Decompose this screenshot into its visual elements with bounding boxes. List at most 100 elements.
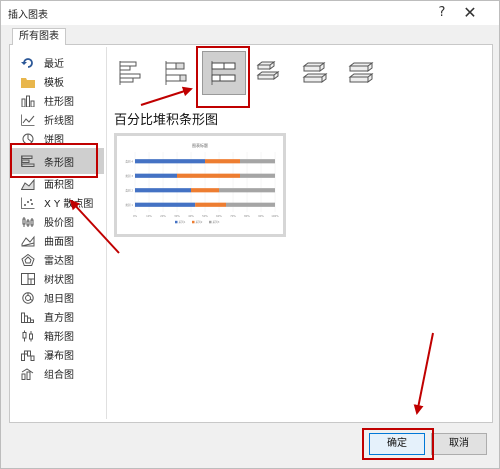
subtype-3d-percent-stacked-bar[interactable] bbox=[340, 51, 384, 95]
sidebar-item-label: 雷达图 bbox=[44, 256, 74, 267]
sidebar-item-label: X Y 散点图 bbox=[44, 199, 94, 210]
sidebar-item-label: 折线图 bbox=[44, 116, 74, 127]
pie-chart-icon bbox=[20, 132, 36, 146]
subtype-percent-stacked-bar[interactable] bbox=[202, 51, 246, 95]
sidebar-item-label: 树状图 bbox=[44, 275, 74, 286]
3d-percent-stacked-bar-icon bbox=[348, 62, 374, 83]
subtype-3d-clustered-bar[interactable] bbox=[248, 51, 292, 95]
panel-divider bbox=[106, 47, 107, 419]
recent-icon bbox=[20, 56, 36, 70]
preview-bar-segment bbox=[219, 188, 275, 193]
sidebar-item-scatter[interactable]: X Y 散点图 bbox=[12, 193, 104, 212]
ok-button[interactable]: 确定 bbox=[369, 433, 425, 455]
sidebar-item-radar[interactable]: 雷达图 bbox=[12, 250, 104, 269]
preview-bar-segment bbox=[135, 188, 191, 193]
close-button[interactable]: ✕ bbox=[459, 2, 481, 24]
preview-category-label: 类别 1 bbox=[125, 203, 133, 207]
preview-category-label: 类别 3 bbox=[125, 174, 133, 178]
sunburst-chart-icon bbox=[20, 291, 36, 305]
sidebar-item-pie[interactable]: 饼图 bbox=[12, 129, 104, 148]
sidebar-item-column[interactable]: 柱形图 bbox=[12, 91, 104, 110]
sidebar-item-label: 瀑布图 bbox=[44, 351, 74, 362]
3d-stacked-bar-icon bbox=[302, 62, 328, 83]
preview-bar-segment bbox=[135, 173, 177, 178]
sidebar-item-label: 曲面图 bbox=[44, 237, 74, 248]
stacked-bar-icon bbox=[165, 61, 187, 85]
subtype-clustered-bar[interactable] bbox=[110, 51, 154, 95]
3d-clustered-bar-icon bbox=[256, 61, 280, 80]
preview-x-tick: 70% bbox=[230, 214, 236, 218]
preview-bar-segment bbox=[195, 202, 226, 207]
preview-bar-segment bbox=[177, 173, 240, 178]
chart-panel: 最近 模板 柱形图 折线图 饼图 条形图 面积图 X Y 散点图 股价图 曲面图… bbox=[9, 45, 493, 423]
dialog-title: 插入图表 bbox=[8, 10, 48, 21]
insert-chart-dialog: 插入图表 ? ✕ 所有图表 最近 模板 柱形图 折线图 饼图 条形图 面积图 X… bbox=[0, 0, 500, 469]
preview-x-tick: 20% bbox=[160, 214, 166, 218]
sidebar-item-templates[interactable]: 模板 bbox=[12, 72, 104, 91]
radar-chart-icon bbox=[20, 253, 36, 267]
cancel-button[interactable]: 取消 bbox=[431, 433, 487, 455]
help-button[interactable]: ? bbox=[431, 2, 453, 24]
sidebar-item-waterfall[interactable]: 瀑布图 bbox=[12, 345, 104, 364]
sidebar-item-bar[interactable]: 条形图 bbox=[12, 148, 104, 174]
preview-bar-segment bbox=[240, 173, 275, 178]
surface-chart-icon bbox=[20, 234, 36, 248]
preview-legend-label: 系列2 bbox=[196, 220, 203, 224]
sidebar-item-label: 条形图 bbox=[44, 157, 74, 169]
preview-x-tick: 50% bbox=[202, 214, 208, 218]
preview-x-tick: 100% bbox=[271, 214, 279, 218]
sidebar-item-label: 股价图 bbox=[44, 218, 74, 229]
line-chart-icon bbox=[20, 113, 36, 127]
sidebar-item-label: 面积图 bbox=[44, 180, 74, 191]
preview-category-label: 类别 4 bbox=[125, 159, 133, 163]
preview-x-tick: 10% bbox=[146, 214, 152, 218]
treemap-chart-icon bbox=[20, 272, 36, 286]
preview-legend-swatch bbox=[175, 220, 178, 224]
column-chart-icon bbox=[20, 94, 36, 108]
tab-strip: 所有图表 bbox=[9, 25, 493, 46]
sidebar-item-line[interactable]: 折线图 bbox=[12, 110, 104, 129]
folder-icon bbox=[20, 75, 36, 89]
preview-x-tick: 60% bbox=[216, 214, 222, 218]
sidebar-item-label: 组合图 bbox=[44, 370, 74, 381]
preview-x-tick: 40% bbox=[188, 214, 194, 218]
preview-bar-segment bbox=[205, 159, 240, 164]
sidebar-item-box-whisker[interactable]: 箱形图 bbox=[12, 326, 104, 345]
sidebar-item-area[interactable]: 面积图 bbox=[12, 174, 104, 193]
sidebar-item-label: 旭日图 bbox=[44, 294, 74, 305]
sidebar-item-treemap[interactable]: 树状图 bbox=[12, 269, 104, 288]
sidebar-item-label: 柱形图 bbox=[44, 97, 74, 108]
chart-preview[interactable]: 图表标题 0% 10% 20% 30% 40% 50% 60% 70% 80% 90% 100% 类别 … bbox=[114, 133, 286, 237]
preview-x-tick: 30% bbox=[174, 214, 180, 218]
sidebar-item-sunburst[interactable]: 旭日图 bbox=[12, 288, 104, 307]
box-whisker-chart-icon bbox=[20, 329, 36, 343]
tab-all-charts[interactable]: 所有图表 bbox=[12, 28, 66, 46]
chart-type-title: 百分比堆积条形图 bbox=[114, 113, 219, 128]
preview-bar-segment bbox=[191, 188, 219, 193]
preview-x-tick: 80% bbox=[244, 214, 250, 218]
preview-bar-segment bbox=[240, 159, 275, 164]
preview-x-tick: 90% bbox=[258, 214, 264, 218]
preview-bar-segment bbox=[135, 159, 205, 164]
sidebar-item-surface[interactable]: 曲面图 bbox=[12, 231, 104, 250]
sidebar-item-label: 最近 bbox=[44, 59, 64, 70]
scatter-chart-icon bbox=[20, 196, 36, 210]
sidebar-item-combo[interactable]: 组合图 bbox=[12, 364, 104, 383]
waterfall-chart-icon bbox=[20, 348, 36, 362]
preview-x-tick: 0% bbox=[133, 214, 138, 218]
sidebar-item-stock[interactable]: 股价图 bbox=[12, 212, 104, 231]
preview-bar-segment bbox=[135, 202, 196, 207]
sidebar-item-label: 箱形图 bbox=[44, 332, 74, 343]
subtype-stacked-bar[interactable] bbox=[156, 51, 200, 95]
preview-bar-segment bbox=[226, 202, 275, 207]
histogram-chart-icon bbox=[20, 310, 36, 324]
percent-stacked-bar-icon bbox=[211, 61, 236, 85]
sidebar-item-histogram[interactable]: 直方图 bbox=[12, 307, 104, 326]
preview-chart-title: 图表标题 bbox=[192, 142, 208, 148]
preview-category-label: 类别 2 bbox=[125, 188, 133, 192]
preview-legend-label: 系列3 bbox=[213, 220, 220, 224]
subtype-3d-stacked-bar[interactable] bbox=[294, 51, 338, 95]
combo-chart-icon bbox=[20, 367, 36, 381]
sidebar-item-recent[interactable]: 最近 bbox=[12, 53, 104, 72]
clustered-bar-icon bbox=[119, 61, 141, 85]
